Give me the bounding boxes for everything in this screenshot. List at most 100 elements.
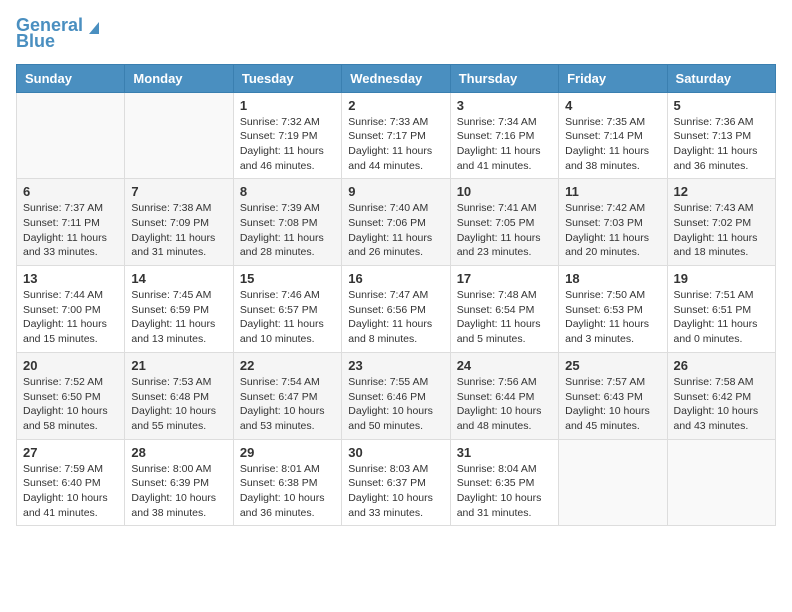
day-number: 23 <box>348 358 443 373</box>
day-header-friday: Friday <box>559 64 667 92</box>
day-info: Sunrise: 7:59 AM Sunset: 6:40 PM Dayligh… <box>23 462 118 521</box>
day-number: 5 <box>674 98 769 113</box>
day-number: 10 <box>457 184 552 199</box>
calendar-cell: 20 Sunrise: 7:52 AM Sunset: 6:50 PM Dayli… <box>17 352 125 439</box>
day-info: Sunrise: 7:54 AM Sunset: 6:47 PM Dayligh… <box>240 375 335 434</box>
day-info: Sunrise: 7:51 AM Sunset: 6:51 PM Dayligh… <box>674 288 769 347</box>
page-header: General Blue <box>16 16 776 52</box>
day-info: Sunrise: 7:50 AM Sunset: 6:53 PM Dayligh… <box>565 288 660 347</box>
calendar-cell <box>667 439 775 526</box>
day-number: 25 <box>565 358 660 373</box>
day-info: Sunrise: 8:00 AM Sunset: 6:39 PM Dayligh… <box>131 462 226 521</box>
day-info: Sunrise: 7:40 AM Sunset: 7:06 PM Dayligh… <box>348 201 443 260</box>
day-info: Sunrise: 7:58 AM Sunset: 6:42 PM Dayligh… <box>674 375 769 434</box>
day-info: Sunrise: 7:52 AM Sunset: 6:50 PM Dayligh… <box>23 375 118 434</box>
day-info: Sunrise: 7:45 AM Sunset: 6:59 PM Dayligh… <box>131 288 226 347</box>
calendar-cell: 13Sunrise: 7:44 AM Sunset: 7:00 PM Dayli… <box>17 266 125 353</box>
day-info: Sunrise: 8:04 AM Sunset: 6:35 PM Dayligh… <box>457 462 552 521</box>
day-info: Sunrise: 7:36 AM Sunset: 7:13 PM Dayligh… <box>674 115 769 174</box>
calendar-cell: 21 Sunrise: 7:53 AM Sunset: 6:48 PM Dayli… <box>125 352 233 439</box>
day-info: Sunrise: 8:03 AM Sunset: 6:37 PM Dayligh… <box>348 462 443 521</box>
day-info: Sunrise: 7:44 AM Sunset: 7:00 PM Dayligh… <box>23 288 118 347</box>
day-info: Sunrise: 7:43 AM Sunset: 7:02 PM Dayligh… <box>674 201 769 260</box>
calendar-cell: 24Sunrise: 7:56 AM Sunset: 6:44 PM Dayli… <box>450 352 558 439</box>
logo-subtext: Blue <box>16 32 55 52</box>
day-info: Sunrise: 7:57 AM Sunset: 6:43 PM Dayligh… <box>565 375 660 434</box>
week-row-2: 6 Sunrise: 7:37 AM Sunset: 7:11 PM Daylig… <box>17 179 776 266</box>
calendar-cell: 8Sunrise: 7:39 AM Sunset: 7:08 PM Daylig… <box>233 179 341 266</box>
day-info: Sunrise: 7:39 AM Sunset: 7:08 PM Dayligh… <box>240 201 335 260</box>
day-header-wednesday: Wednesday <box>342 64 450 92</box>
calendar-cell: 10 Sunrise: 7:41 AM Sunset: 7:05 PM Dayli… <box>450 179 558 266</box>
day-number: 2 <box>348 98 443 113</box>
calendar-table: SundayMondayTuesdayWednesdayThursdayFrid… <box>16 64 776 527</box>
day-number: 14 <box>131 271 226 286</box>
calendar-cell: 4 Sunrise: 7:35 AM Sunset: 7:14 PM Daylig… <box>559 92 667 179</box>
day-number: 27 <box>23 445 118 460</box>
day-number: 6 <box>23 184 118 199</box>
calendar-cell: 3 Sunrise: 7:34 AM Sunset: 7:16 PM Daylig… <box>450 92 558 179</box>
day-number: 19 <box>674 271 769 286</box>
day-number: 9 <box>348 184 443 199</box>
calendar-cell: 25 Sunrise: 7:57 AM Sunset: 6:43 PM Dayli… <box>559 352 667 439</box>
calendar-cell: 15 Sunrise: 7:46 AM Sunset: 6:57 PM Dayli… <box>233 266 341 353</box>
day-number: 28 <box>131 445 226 460</box>
day-info: Sunrise: 8:01 AM Sunset: 6:38 PM Dayligh… <box>240 462 335 521</box>
day-number: 18 <box>565 271 660 286</box>
logo-icon <box>85 18 103 36</box>
calendar-cell <box>125 92 233 179</box>
day-info: Sunrise: 7:47 AM Sunset: 6:56 PM Dayligh… <box>348 288 443 347</box>
logo: General Blue <box>16 16 103 52</box>
week-row-1: 1Sunrise: 7:32 AM Sunset: 7:19 PM Daylig… <box>17 92 776 179</box>
calendar-cell: 12 Sunrise: 7:43 AM Sunset: 7:02 PM Dayli… <box>667 179 775 266</box>
calendar-cell: 11Sunrise: 7:42 AM Sunset: 7:03 PM Dayli… <box>559 179 667 266</box>
header-row: SundayMondayTuesdayWednesdayThursdayFrid… <box>17 64 776 92</box>
day-info: Sunrise: 7:41 AM Sunset: 7:05 PM Dayligh… <box>457 201 552 260</box>
calendar-cell: 9 Sunrise: 7:40 AM Sunset: 7:06 PM Daylig… <box>342 179 450 266</box>
calendar-cell <box>559 439 667 526</box>
calendar-cell: 17 Sunrise: 7:48 AM Sunset: 6:54 PM Dayli… <box>450 266 558 353</box>
day-info: Sunrise: 7:37 AM Sunset: 7:11 PM Dayligh… <box>23 201 118 260</box>
day-info: Sunrise: 7:53 AM Sunset: 6:48 PM Dayligh… <box>131 375 226 434</box>
calendar-cell: 23Sunrise: 7:55 AM Sunset: 6:46 PM Dayli… <box>342 352 450 439</box>
day-number: 3 <box>457 98 552 113</box>
day-number: 15 <box>240 271 335 286</box>
day-info: Sunrise: 7:56 AM Sunset: 6:44 PM Dayligh… <box>457 375 552 434</box>
calendar-cell: 18 Sunrise: 7:50 AM Sunset: 6:53 PM Dayli… <box>559 266 667 353</box>
day-number: 17 <box>457 271 552 286</box>
day-number: 12 <box>674 184 769 199</box>
calendar-cell <box>17 92 125 179</box>
calendar-cell: 26Sunrise: 7:58 AM Sunset: 6:42 PM Dayli… <box>667 352 775 439</box>
day-number: 20 <box>23 358 118 373</box>
day-info: Sunrise: 7:35 AM Sunset: 7:14 PM Dayligh… <box>565 115 660 174</box>
day-number: 21 <box>131 358 226 373</box>
day-number: 7 <box>131 184 226 199</box>
day-info: Sunrise: 7:48 AM Sunset: 6:54 PM Dayligh… <box>457 288 552 347</box>
calendar-cell: 1Sunrise: 7:32 AM Sunset: 7:19 PM Daylig… <box>233 92 341 179</box>
calendar-cell: 2 Sunrise: 7:33 AM Sunset: 7:17 PM Daylig… <box>342 92 450 179</box>
calendar-cell: 5 Sunrise: 7:36 AM Sunset: 7:13 PM Daylig… <box>667 92 775 179</box>
week-row-4: 20 Sunrise: 7:52 AM Sunset: 6:50 PM Dayli… <box>17 352 776 439</box>
calendar-cell: 31Sunrise: 8:04 AM Sunset: 6:35 PM Dayli… <box>450 439 558 526</box>
day-number: 30 <box>348 445 443 460</box>
calendar-cell: 6 Sunrise: 7:37 AM Sunset: 7:11 PM Daylig… <box>17 179 125 266</box>
day-info: Sunrise: 7:46 AM Sunset: 6:57 PM Dayligh… <box>240 288 335 347</box>
week-row-3: 13Sunrise: 7:44 AM Sunset: 7:00 PM Dayli… <box>17 266 776 353</box>
day-header-sunday: Sunday <box>17 64 125 92</box>
day-info: Sunrise: 7:34 AM Sunset: 7:16 PM Dayligh… <box>457 115 552 174</box>
day-number: 22 <box>240 358 335 373</box>
day-header-monday: Monday <box>125 64 233 92</box>
day-header-tuesday: Tuesday <box>233 64 341 92</box>
calendar-cell: 27 Sunrise: 7:59 AM Sunset: 6:40 PM Dayli… <box>17 439 125 526</box>
day-number: 29 <box>240 445 335 460</box>
calendar-cell: 14 Sunrise: 7:45 AM Sunset: 6:59 PM Dayli… <box>125 266 233 353</box>
day-number: 4 <box>565 98 660 113</box>
week-row-5: 27 Sunrise: 7:59 AM Sunset: 6:40 PM Dayli… <box>17 439 776 526</box>
calendar-cell: 19 Sunrise: 7:51 AM Sunset: 6:51 PM Dayli… <box>667 266 775 353</box>
calendar-cell: 16Sunrise: 7:47 AM Sunset: 6:56 PM Dayli… <box>342 266 450 353</box>
calendar-cell: 7Sunrise: 7:38 AM Sunset: 7:09 PM Daylig… <box>125 179 233 266</box>
day-number: 1 <box>240 98 335 113</box>
day-info: Sunrise: 7:42 AM Sunset: 7:03 PM Dayligh… <box>565 201 660 260</box>
calendar-cell: 28 Sunrise: 8:00 AM Sunset: 6:39 PM Dayli… <box>125 439 233 526</box>
day-info: Sunrise: 7:33 AM Sunset: 7:17 PM Dayligh… <box>348 115 443 174</box>
